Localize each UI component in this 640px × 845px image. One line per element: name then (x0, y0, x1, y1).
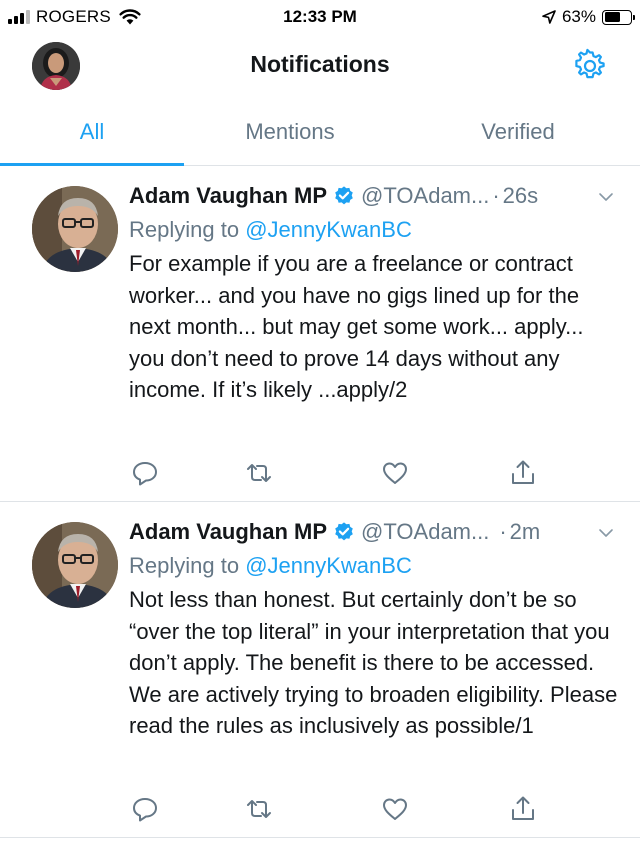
tab-all[interactable]: All (0, 98, 184, 166)
battery-fill (604, 12, 621, 22)
replying-to: Replying to @JennyKwanBC (129, 550, 622, 582)
header: Notifications (0, 34, 640, 98)
tweet-time: 26s (502, 183, 539, 208)
retweet-icon[interactable] (244, 458, 274, 488)
tweet-actions (130, 794, 534, 824)
avatar-image (32, 186, 118, 272)
page-title: Notifications (250, 51, 390, 77)
tweet-body: Adam Vaughan MP @TOAdam... · 2m Replying… (129, 516, 622, 742)
battery-percent: 63% (561, 7, 596, 26)
tab-verified[interactable]: Verified (396, 98, 640, 166)
tweet-body: Adam Vaughan MP @TOAdam... · 26s Replyin… (129, 180, 622, 406)
retweet-icon[interactable] (244, 794, 274, 824)
reply-mention-link[interactable]: @JennyKwanBC (245, 217, 412, 242)
tweet-header: Adam Vaughan MP @TOAdam... · 2m (129, 516, 622, 548)
chevron-down-icon[interactable] (598, 525, 614, 541)
like-icon[interactable] (380, 794, 410, 824)
reply-icon[interactable] (130, 794, 160, 824)
reply-icon[interactable] (130, 458, 160, 488)
author-name[interactable]: Adam Vaughan MP (129, 519, 327, 545)
like-icon[interactable] (380, 458, 410, 488)
tweet-text: For example if you are a freelance or co… (129, 251, 584, 403)
replying-to-label: Replying to (129, 217, 240, 242)
gear-icon[interactable] (572, 48, 608, 84)
author-handle: @TOAdam... (361, 519, 490, 544)
avatar[interactable] (32, 522, 118, 608)
replying-to-label: Replying to (129, 553, 240, 578)
avatar-image (32, 522, 118, 608)
chevron-down-icon[interactable] (598, 189, 614, 205)
author-name[interactable]: Adam Vaughan MP (129, 183, 327, 209)
status-bar: ROGERS 12:33 PM 63% (0, 0, 640, 34)
reply-mention-link[interactable]: @JennyKwanBC (245, 553, 412, 578)
tweet-card[interactable]: Adam Vaughan MP @TOAdam... · 26s Replyin… (0, 166, 640, 502)
battery-icon (602, 9, 635, 25)
separator-dot: · (492, 183, 500, 208)
verified-badge-icon (335, 186, 353, 205)
author-handle: @TOAdam... (361, 183, 490, 208)
tweet-card[interactable]: Adam Vaughan MP @TOAdam... · 2m Replying… (0, 502, 640, 838)
tab-mentions[interactable]: Mentions (184, 98, 396, 166)
share-icon[interactable] (508, 458, 538, 488)
tweet-actions (130, 458, 534, 488)
verified-badge-icon (335, 522, 353, 541)
avatar[interactable] (32, 186, 118, 272)
replying-to: Replying to @JennyKwanBC (129, 214, 622, 246)
location-arrow-icon (542, 10, 556, 24)
notification-tabs: All Mentions Verified (0, 98, 640, 166)
tweet-text: Not less than honest. But certainly don’… (129, 587, 618, 739)
tweet-header: Adam Vaughan MP @TOAdam... · 26s (129, 180, 622, 212)
tweet-time: 2m (509, 519, 541, 544)
separator-dot: · (499, 519, 507, 544)
status-right: 63% (542, 6, 635, 28)
share-icon[interactable] (508, 794, 538, 824)
